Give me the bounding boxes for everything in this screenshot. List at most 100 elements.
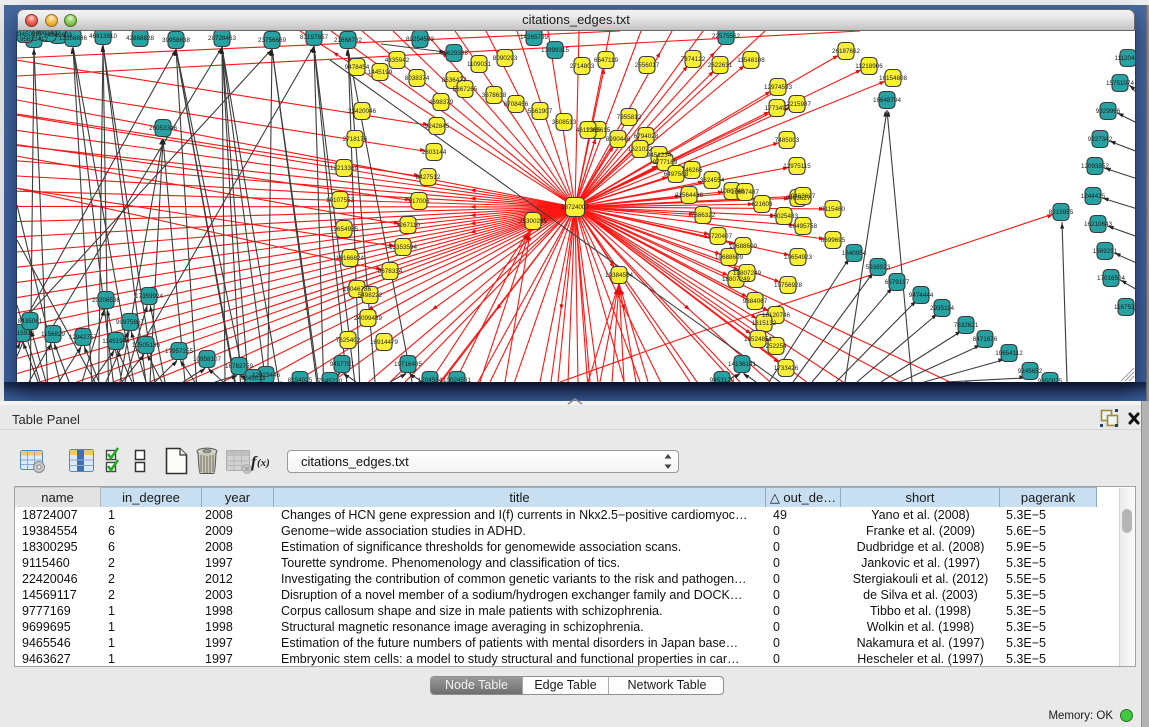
- svg-text:66629388: 66629388: [440, 50, 469, 57]
- svg-text:99975867: 99975867: [116, 319, 145, 326]
- svg-text:8536477: 8536477: [442, 77, 467, 84]
- svg-text:9457791: 9457791: [330, 361, 355, 368]
- svg-text:6794028: 6794028: [634, 133, 659, 140]
- svg-text:14136141: 14136141: [728, 361, 757, 368]
- svg-text:19654923: 19654923: [784, 254, 813, 261]
- svg-text:21668732: 21668732: [334, 37, 363, 44]
- svg-text:12213369: 12213369: [330, 165, 359, 172]
- svg-text:1156829: 1156829: [41, 331, 66, 338]
- svg-text:746266: 746266: [681, 167, 703, 174]
- svg-text:9453120: 9453120: [710, 377, 735, 382]
- svg-text:16648794: 16648794: [873, 97, 902, 104]
- svg-text:26053346: 26053346: [149, 125, 178, 132]
- svg-text:1109031: 1109031: [467, 61, 492, 68]
- svg-text:6679197: 6679197: [885, 279, 910, 286]
- svg-text:9245652: 9245652: [1018, 368, 1043, 375]
- svg-text:252254: 252254: [765, 343, 787, 350]
- svg-text:11451944: 11451944: [102, 338, 130, 345]
- svg-text:8990448: 8990448: [606, 136, 631, 143]
- svg-text:4698379: 4698379: [429, 99, 454, 106]
- svg-text:4903402: 4903402: [36, 31, 61, 37]
- svg-text:7886322: 7886322: [691, 212, 716, 219]
- svg-text:9329966: 9329966: [1096, 108, 1121, 115]
- svg-text:13356886: 13356886: [59, 35, 88, 42]
- svg-text:23420046: 23420046: [348, 108, 377, 115]
- svg-text:19166824: 19166824: [336, 255, 365, 262]
- svg-text:15720407: 15720407: [704, 233, 733, 240]
- svg-text:(x): (x): [257, 457, 270, 469]
- svg-text:1204584: 1204584: [418, 377, 443, 382]
- svg-text:12975115: 12975115: [783, 163, 811, 170]
- svg-text:10024531: 10024531: [443, 377, 472, 382]
- svg-text:46913810: 46913810: [89, 33, 118, 40]
- svg-text:9478454: 9478454: [345, 64, 370, 71]
- svg-text:28728463: 28728463: [208, 35, 237, 42]
- svg-text:2556017: 2556017: [635, 62, 660, 69]
- svg-text:16210643: 16210643: [1084, 221, 1113, 228]
- svg-text:10807487: 10807487: [731, 189, 760, 196]
- svg-text:13353594: 13353594: [389, 244, 418, 251]
- svg-text:21564436: 21564436: [675, 192, 704, 199]
- svg-text:10025433: 10025433: [770, 213, 799, 220]
- svg-text:9242845: 9242845: [425, 123, 450, 130]
- svg-text:9474444: 9474444: [909, 292, 934, 299]
- svg-text:9451234: 9451234: [647, 152, 672, 159]
- svg-text:22575562: 22575562: [712, 33, 741, 40]
- svg-text:2718176: 2718176: [343, 136, 368, 143]
- svg-text:11548108: 11548108: [737, 57, 765, 64]
- svg-text:7345220: 7345220: [318, 378, 343, 382]
- svg-text:1445199: 1445199: [368, 69, 393, 76]
- svg-text:9115460: 9115460: [821, 206, 846, 213]
- svg-text:26187662: 26187662: [832, 48, 861, 55]
- svg-text:9227342: 9227342: [1088, 136, 1113, 143]
- svg-text:8435061: 8435061: [18, 318, 43, 325]
- svg-text:5938923: 5938923: [866, 264, 891, 271]
- svg-text:7625402: 7625402: [336, 337, 361, 344]
- svg-text:17359924: 17359924: [135, 293, 164, 300]
- svg-text:18807249: 18807249: [722, 276, 751, 283]
- svg-text:10688609: 10688609: [729, 243, 758, 250]
- svg-text:1640954: 1640954: [842, 250, 867, 257]
- svg-text:1615132: 1615132: [752, 320, 777, 327]
- svg-text:3624554: 3624554: [700, 177, 725, 184]
- svg-text:5498222: 5498222: [358, 292, 383, 299]
- svg-text:17016504: 17016504: [1097, 275, 1126, 282]
- svg-text:23756669: 23756669: [258, 37, 287, 44]
- svg-text:3267110: 3267110: [396, 222, 421, 229]
- svg-text:11218906: 11218906: [855, 63, 883, 70]
- svg-text:16914479: 16914479: [370, 339, 399, 346]
- svg-text:1773493: 1773493: [765, 105, 790, 112]
- svg-text:19716485: 19716485: [394, 361, 423, 368]
- svg-text:14265799: 14265799: [520, 34, 549, 41]
- svg-text:12505135: 12505135: [132, 342, 161, 349]
- svg-text:13524851: 13524851: [744, 336, 773, 343]
- svg-text:8090293: 8090293: [493, 55, 518, 62]
- svg-text:3608513: 3608513: [552, 119, 577, 126]
- svg-text:19654935: 19654935: [330, 226, 359, 233]
- svg-text:8038374: 8038374: [405, 75, 430, 82]
- svg-text:12093852: 12093852: [1081, 163, 1110, 170]
- svg-text:2935114: 2935114: [930, 305, 955, 312]
- svg-text:8215955: 8215955: [1049, 209, 1074, 216]
- svg-text:2803144: 2803144: [422, 149, 447, 156]
- svg-text:3915910: 3915910: [17, 330, 35, 337]
- svg-text:4612365: 4612365: [576, 127, 601, 134]
- svg-text:12942757: 12942757: [69, 334, 98, 341]
- svg-text:2714803: 2714803: [570, 63, 595, 70]
- svg-text:3678638: 3678638: [482, 92, 507, 99]
- svg-text:7632621: 7632621: [954, 322, 979, 329]
- svg-text:12974593: 12974593: [764, 84, 793, 91]
- svg-text:7374122: 7374122: [681, 56, 706, 63]
- svg-text:8154025: 8154025: [288, 377, 313, 382]
- svg-text:15751074: 15751074: [1106, 80, 1135, 87]
- svg-text:8471676: 8471676: [973, 336, 998, 343]
- svg-text:18724007: 18724007: [561, 204, 590, 211]
- svg-text:9777169: 9777169: [653, 159, 678, 166]
- svg-text:6708456: 6708456: [504, 101, 529, 108]
- svg-text:9884067: 9884067: [743, 298, 768, 305]
- svg-text:10958107: 10958107: [193, 356, 222, 363]
- svg-text:8678334: 8678334: [378, 268, 403, 275]
- svg-text:16120746: 16120746: [762, 312, 791, 319]
- svg-text:6647119: 6647119: [594, 57, 619, 64]
- svg-text:89254563: 89254563: [406, 36, 435, 43]
